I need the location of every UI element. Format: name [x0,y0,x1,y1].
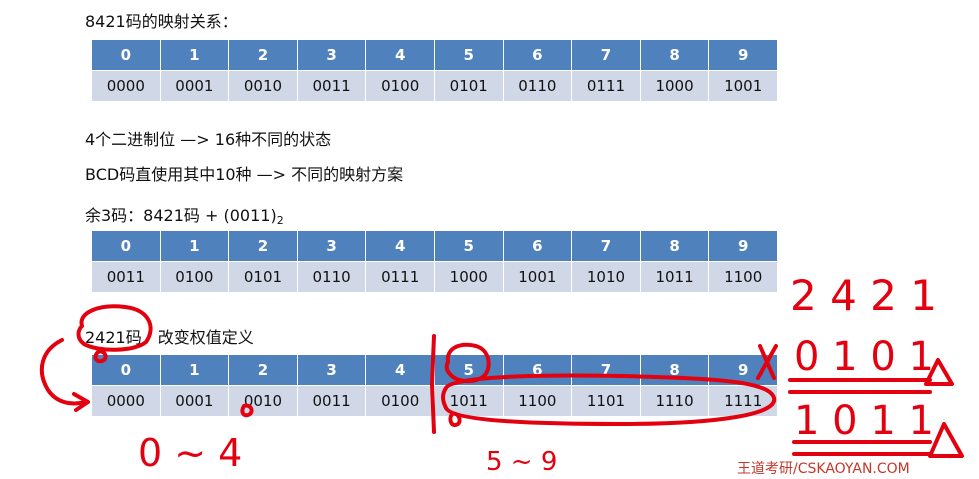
code-cell: 0100 [365,70,435,102]
code-cell: 1111 [708,385,778,417]
digit-cell: 5 [433,230,504,262]
digit-cell: 1 [159,354,230,386]
digit-cell: 0 [91,230,161,262]
bcd-usage-line: BCD码直使用其中10种 —> 不同的映射方案 [85,165,404,184]
code-cell: 1001 [708,70,778,102]
digit-cell: 5 [433,39,504,71]
code-cell: 0100 [159,261,230,293]
code-cell: 0101 [228,261,298,293]
code-cell: 0010 [228,70,298,102]
digit-cell: 8 [639,354,710,386]
digit-cell: 0 [91,354,161,386]
lower-code-handwriting: 1 0 1 1 [794,398,934,444]
table-header-row: 0 1 2 3 4 5 6 7 8 9 [91,354,778,386]
digit-cell: 5 [433,354,504,386]
excess3-subscript: 2 [276,214,284,227]
code-cell: 0100 [365,385,435,417]
digit-cell: 4 [365,354,435,386]
code-cell: 1000 [639,70,710,102]
table-excess3: 0 1 2 3 4 5 6 7 8 9 0011 0100 0101 0110 … [91,230,778,293]
table-code-row: 0011 0100 0101 0110 0111 1000 1001 1010 … [91,261,778,293]
digit-cell: 6 [502,230,573,262]
digit-cell: 8 [639,39,710,71]
digit-cell: 9 [708,230,778,262]
range-0-4-handwriting: 0 ~ 4 [138,431,242,475]
code-cell: 0001 [159,70,230,102]
code-cell: 0000 [91,70,161,102]
digit-cell: 0 [91,39,161,71]
digit-cell: 3 [296,230,367,262]
code-cell: 1011 [433,385,504,417]
digit-cell: 1 [159,39,230,71]
watermark-text: 王道考研/CSKAOYAN.COM [737,461,910,477]
code-cell: 1001 [502,261,573,293]
digit-cell: 1 [159,230,230,262]
code-cell: 0110 [296,261,367,293]
digit-cell: 6 [502,354,573,386]
code-cell: 1010 [571,261,641,293]
digit-cell: 7 [571,354,641,386]
excess3-heading-text: 余3码：8421码 + (0011) [85,206,277,225]
code-cell: 1101 [571,385,641,417]
triangle-mark [924,358,954,386]
code2421-heading: 2421码 改变权值定义 [85,324,254,348]
table-header-row: 0 1 2 3 4 5 6 7 8 9 [91,39,778,71]
left-arrow [39,338,88,406]
digit-cell: 2 [228,354,298,386]
bits-states-line: 4个二进制位 —> 16种不同的状态 [85,130,332,149]
code-cell: 0011 [296,70,367,102]
range-5-9-handwriting: 5 ~ 9 [486,447,557,477]
table-8421: 0 1 2 3 4 5 6 7 8 9 0000 0001 0010 0011 … [91,39,778,102]
triangle-mark [928,422,964,458]
code2421-description: 改变权值定义 [157,328,254,347]
code-cell: 0111 [365,261,435,293]
table-code-row: 0000 0001 0010 0011 0100 1011 1100 1101 … [91,385,778,417]
code-cell: 1011 [639,261,710,293]
digit-cell: 9 [708,354,778,386]
code2421-label: 2421码 [85,328,142,347]
upper-code-handwriting: 0 1 0 1 [794,334,934,380]
digit-cell: 7 [571,39,641,71]
code-cell: 1110 [639,385,710,417]
code-cell: 0101 [433,70,504,102]
heading-8421-mapping: 8421码的映射关系： [85,12,238,31]
table-code-row: 0000 0001 0010 0011 0100 0101 0110 0111 … [91,70,778,102]
digit-cell: 9 [708,39,778,71]
digit-cell: 8 [639,230,710,262]
digit-cell: 4 [365,230,435,262]
digit-cell: 2 [228,230,298,262]
digit-cell: 6 [502,39,573,71]
digit-cell: 7 [571,230,641,262]
code-cell: 0110 [502,70,573,102]
weights-handwriting: 2 4 2 1 [790,271,937,320]
table-header-row: 0 1 2 3 4 5 6 7 8 9 [91,230,778,262]
code-cell: 0001 [159,385,230,417]
digit-cell: 3 [296,354,367,386]
code-cell: 0010 [228,385,298,417]
digit-cell: 3 [296,39,367,71]
digit-cell: 4 [365,39,435,71]
code-cell: 1000 [433,261,504,293]
excess3-heading: 余3码：8421码 + (0011)2 [85,202,284,227]
code-cell: 0011 [296,385,367,417]
code-cell: 0000 [91,385,161,417]
code-cell: 1100 [708,261,778,293]
code-cell: 0011 [91,261,161,293]
digit-cell: 2 [228,39,298,71]
code-cell: 0111 [571,70,641,102]
code-cell: 1100 [502,385,573,417]
table-2421: 0 1 2 3 4 5 6 7 8 9 0000 0001 0010 0011 … [91,354,778,417]
